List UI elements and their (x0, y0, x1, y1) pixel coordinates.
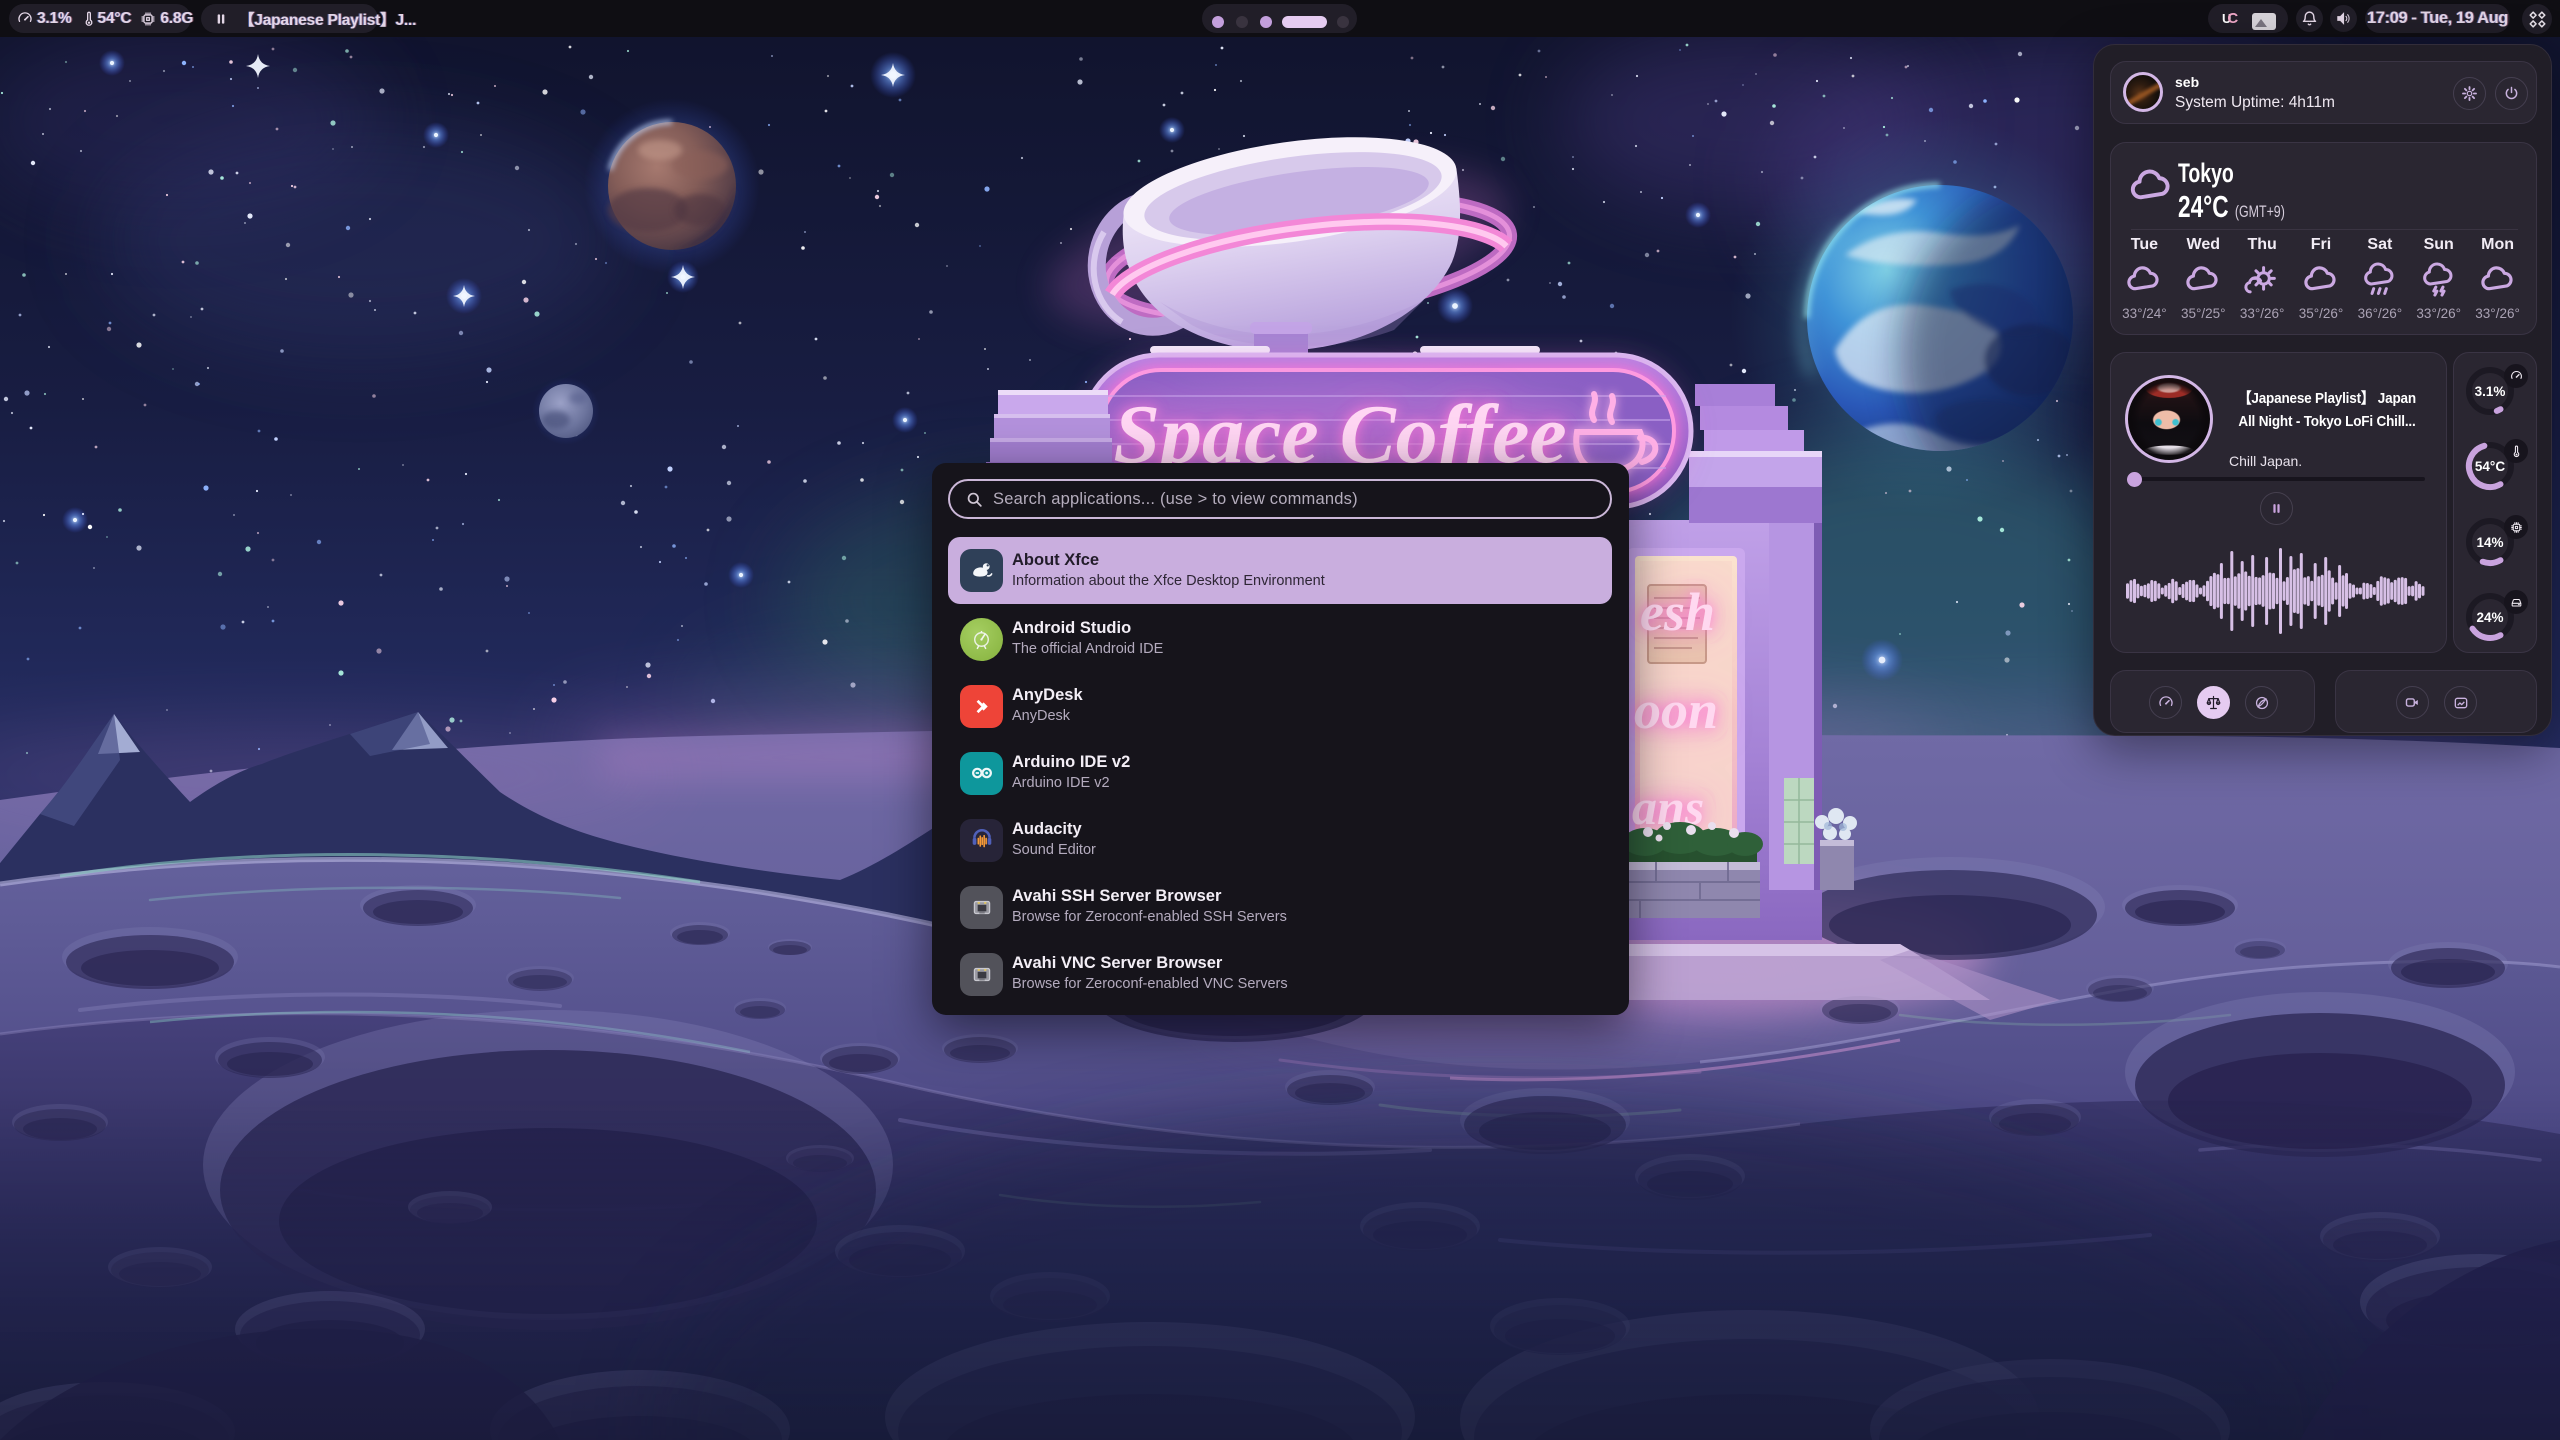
svg-text:esh: esh (1640, 582, 1715, 642)
svg-text:oon: oon (1634, 680, 1718, 740)
